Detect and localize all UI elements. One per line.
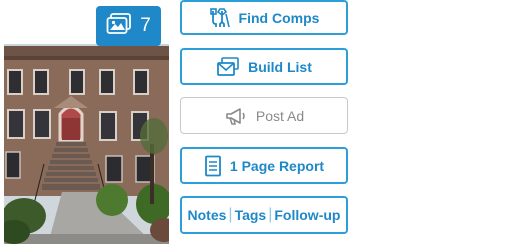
post-ad-label: Post Ad: [255, 107, 305, 124]
find-comps-label: Find Comps: [238, 9, 320, 26]
separator: |: [268, 206, 273, 223]
tags-link[interactable]: Tags: [235, 207, 267, 223]
brownstone-photo-image: [4, 44, 169, 244]
photo-count: 7: [140, 15, 151, 36]
megaphone-icon: [224, 106, 248, 126]
map-pin-icon: [209, 7, 231, 28]
photo-count-button[interactable]: 7: [96, 6, 161, 46]
property-card: 7 Find Comps Build List Post Ad 1 Page R…: [0, 0, 512, 248]
build-list-button[interactable]: Build List: [180, 48, 348, 85]
separator: |: [228, 206, 233, 223]
page-report-label: 1 Page Report: [229, 157, 325, 174]
post-ad-button[interactable]: Post Ad: [180, 97, 348, 134]
property-photo[interactable]: [4, 44, 169, 244]
mail-stack-icon: [216, 56, 240, 77]
notes-tags-followup-bar: Notes | Tags | Follow-up: [180, 196, 348, 234]
photos-icon: [106, 12, 132, 40]
document-icon: [204, 155, 222, 177]
page-report-button[interactable]: 1 Page Report: [180, 147, 348, 184]
find-comps-button[interactable]: Find Comps: [180, 0, 348, 35]
build-list-label: Build List: [248, 58, 312, 75]
followup-link[interactable]: Follow-up: [274, 207, 340, 223]
notes-link[interactable]: Notes: [188, 207, 227, 223]
